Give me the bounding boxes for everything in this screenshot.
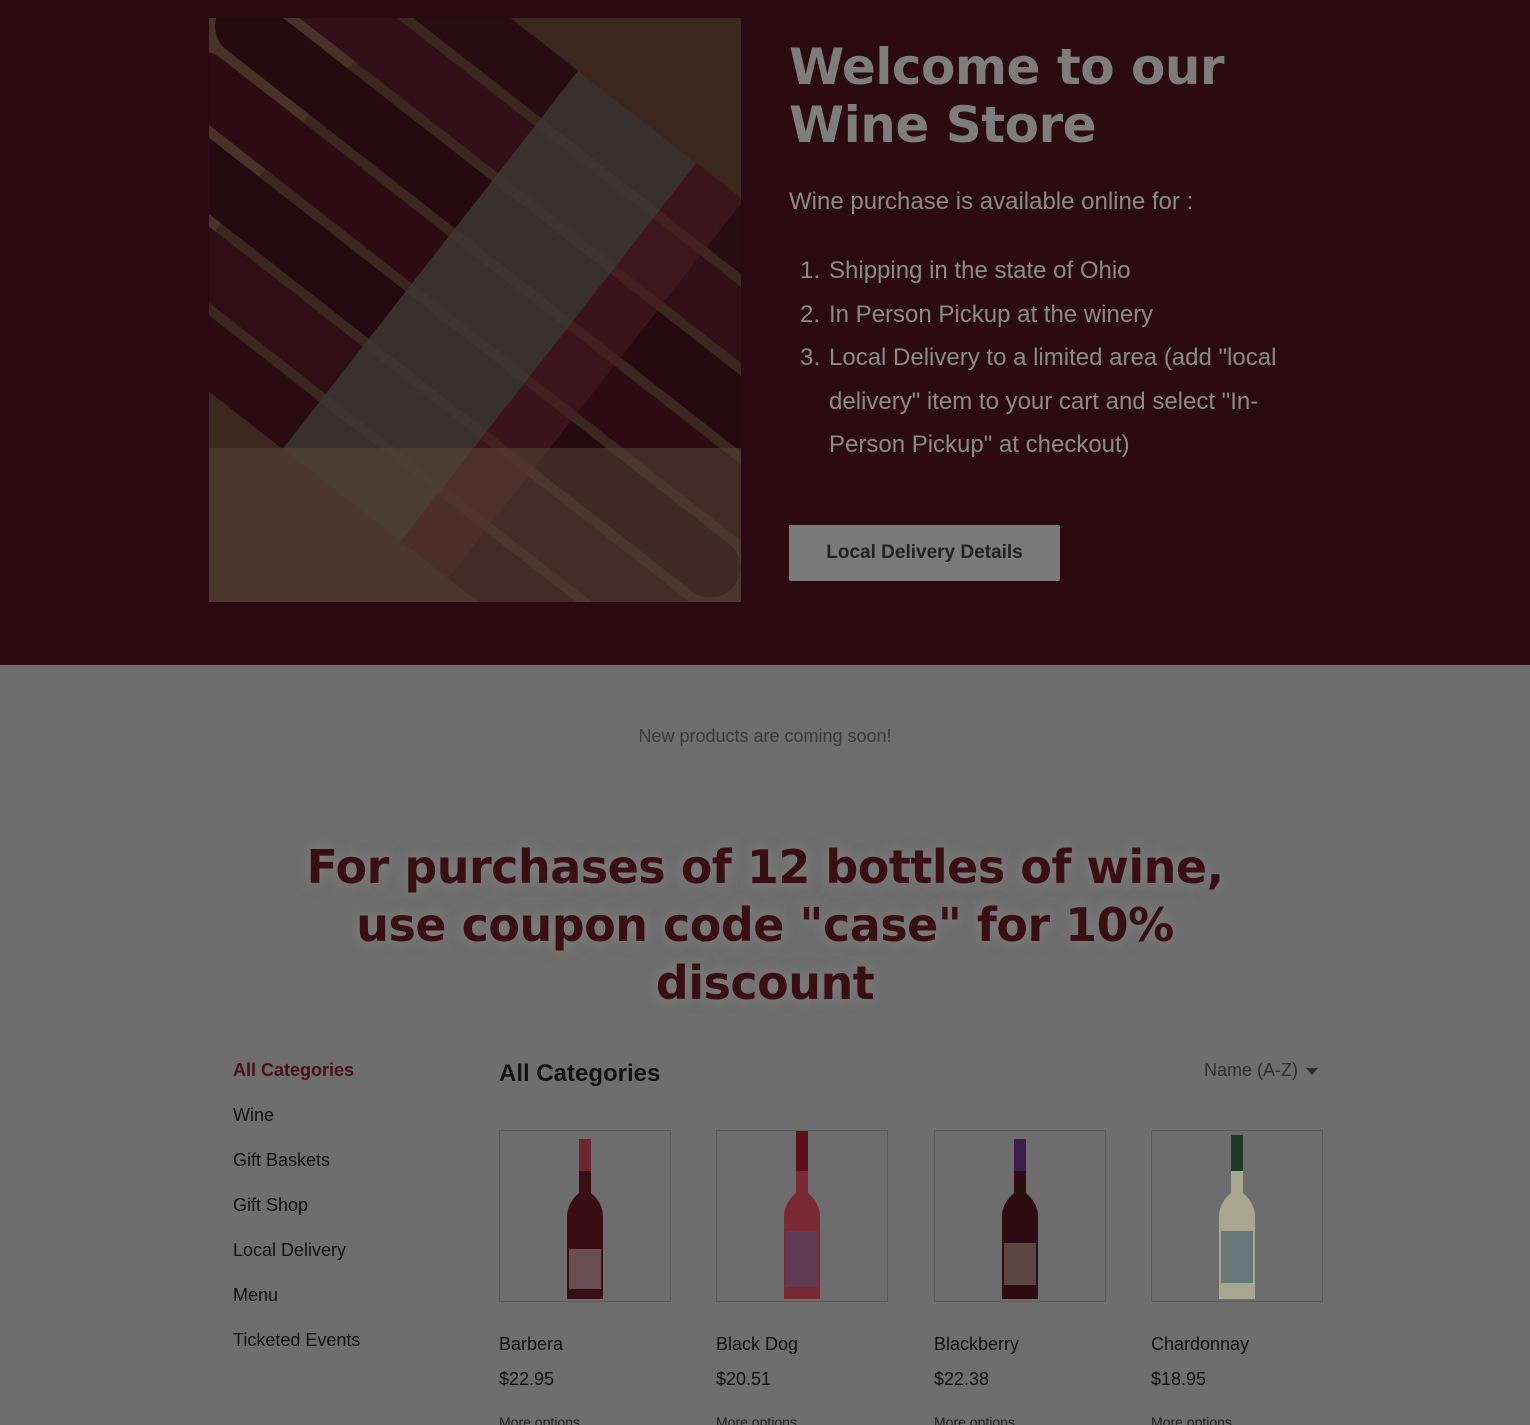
product-card-blackberry[interactable]: Blackberry $22.38 More options [934,1130,1106,1425]
wine-bottles-photo [209,18,741,602]
list-number: 3. [800,344,821,371]
product-price: $20.51 [716,1369,772,1389]
list-item: 1. Shipping in the state of Ohio [800,249,1300,293]
category-item-gift-shop[interactable]: Gift Shop [233,1193,360,1238]
option-text: In Person Pickup at the winery [829,300,1154,328]
local-delivery-details-button[interactable]: Local Delivery Details [789,525,1060,581]
purchase-options-list: 1. Shipping in the state of Ohio 2. In Per… [800,249,1300,467]
caret-down-icon [1306,1068,1318,1075]
category-sidebar: All Categories Wine Gift Baskets Gift Sh… [233,1058,360,1373]
promo-banner: For purchases of 12 bottles of wine, use… [306,840,1224,1010]
wine-bottle-icon [1219,1135,1255,1299]
product-card-chardonnay[interactable]: Chardonnay $18.95 More options [1151,1130,1323,1425]
category-item-all[interactable]: All Categories [233,1058,360,1103]
list-number: 1. [800,257,821,284]
product-image[interactable] [716,1130,888,1302]
product-image[interactable] [1151,1130,1323,1302]
more-options-link[interactable]: More options [499,1414,580,1425]
wine-bottle-icon [1002,1139,1038,1299]
sort-label: Name (A-Z) [1204,1060,1298,1080]
product-card-barbera[interactable]: Barbera $22.95 More options [499,1130,671,1425]
category-item-local-delivery[interactable]: Local Delivery [233,1238,360,1283]
product-image[interactable] [499,1130,671,1302]
purchase-intro: Wine purchase is available online for : [789,188,1194,215]
list-item: 3. Local Delivery to a limited area (add … [800,336,1300,467]
category-item-gift-baskets[interactable]: Gift Baskets [233,1148,360,1193]
category-item-wine[interactable]: Wine [233,1103,360,1148]
product-image[interactable] [934,1130,1106,1302]
store-section-title: All Categories [499,1060,661,1087]
list-number: 2. [800,300,821,328]
hero-banner: Welcome to our Wine Store Wine purchase … [0,0,1530,665]
more-options-link[interactable]: More options [1151,1414,1232,1425]
more-options-link[interactable]: More options [716,1414,797,1425]
product-price: $22.95 [499,1369,555,1389]
option-text: Local Delivery to a limited area (add "l… [829,344,1277,458]
product-name[interactable]: Blackberry [934,1334,1019,1355]
sort-dropdown[interactable]: Name (A-Z) [1204,1060,1318,1081]
wine-bottle-icon [784,1131,820,1299]
product-name[interactable]: Barbera [499,1334,563,1355]
product-name[interactable]: Chardonnay [1151,1334,1249,1355]
wine-bottle-icon [567,1139,603,1299]
list-item: 2. In Person Pickup at the winery [800,293,1300,337]
product-price: $18.95 [1151,1369,1207,1389]
wine-bottles-illustration [209,18,741,602]
product-card-black-dog[interactable]: Black Dog $20.51 More options [716,1130,888,1425]
category-item-menu[interactable]: Menu [233,1283,360,1328]
product-name[interactable]: Black Dog [716,1334,798,1355]
option-text: Shipping in the state of Ohio [829,257,1131,284]
product-price: $22.38 [934,1369,990,1389]
category-item-ticketed-events[interactable]: Ticketed Events [233,1328,360,1373]
more-options-link[interactable]: More options [934,1414,1015,1425]
hero-title: Welcome to our Wine Store [789,38,1225,154]
new-products-notice: New products are coming soon! [638,726,892,746]
